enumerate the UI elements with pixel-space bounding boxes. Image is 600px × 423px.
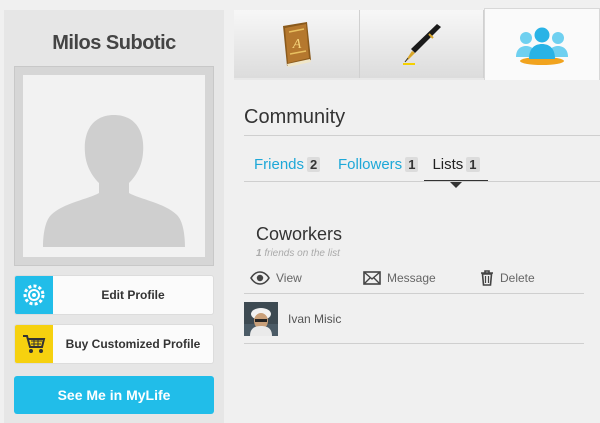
view-label: View xyxy=(276,271,302,285)
trash-icon xyxy=(481,270,493,286)
tab-friends[interactable]: Friends 2 xyxy=(254,152,321,180)
tab-community[interactable] xyxy=(484,8,600,80)
edit-profile-label: Edit Profile xyxy=(101,288,165,302)
buy-customized-profile-button[interactable]: Buy Customized Profile xyxy=(14,324,214,364)
profile-sidebar: Milos Subotic Edit Profile Buy Customize… xyxy=(4,10,224,423)
message-list-button[interactable]: Message xyxy=(363,268,436,288)
avatar[interactable] xyxy=(244,302,278,336)
eye-icon xyxy=(250,271,270,285)
lists-count-badge: 1 xyxy=(466,157,480,172)
list-item: Ivan Misic xyxy=(244,302,584,338)
active-tab-caret xyxy=(450,182,462,188)
list-subtitle-text: friends on the list xyxy=(264,248,340,259)
title-divider xyxy=(244,135,600,136)
envelope-icon xyxy=(363,271,381,285)
avatar-placeholder-icon xyxy=(23,75,205,257)
list-friend-count: 1 xyxy=(256,248,262,259)
member-name[interactable]: Ivan Misic xyxy=(288,312,341,326)
list-subtitle: 1 friends on the list xyxy=(256,248,340,259)
tab-pen[interactable] xyxy=(360,10,484,78)
tab-friends-label: Friends xyxy=(254,156,305,173)
buy-customized-profile-label: Buy Customized Profile xyxy=(65,337,201,351)
delete-label: Delete xyxy=(500,271,535,285)
see-me-in-mylife-button[interactable]: See Me in MyLife xyxy=(14,376,214,414)
edit-profile-button[interactable]: Edit Profile xyxy=(14,275,214,315)
tab-lists[interactable]: Lists 1 xyxy=(424,152,488,188)
tab-book[interactable]: A xyxy=(234,10,360,78)
page-title: Community xyxy=(244,106,346,128)
message-label: Message xyxy=(387,271,436,285)
pen-icon xyxy=(402,24,441,65)
profile-name: Milos Subotic xyxy=(52,32,176,54)
member-divider xyxy=(244,343,584,344)
delete-list-button[interactable]: Delete xyxy=(480,268,535,288)
tab-followers[interactable]: Followers 1 xyxy=(338,152,419,180)
view-list-button[interactable]: View xyxy=(250,268,302,288)
followers-count-badge: 1 xyxy=(405,157,419,172)
member-photo xyxy=(244,302,278,336)
cart-icon xyxy=(15,325,53,363)
actions-divider xyxy=(244,293,584,294)
icon-tabbar: A xyxy=(234,8,600,80)
profile-photo-frame xyxy=(14,66,214,266)
friends-count-badge: 2 xyxy=(307,157,321,172)
tab-lists-label: Lists xyxy=(432,156,464,173)
profile-photo[interactable] xyxy=(23,75,205,257)
tab-followers-label: Followers xyxy=(338,156,403,173)
gear-icon xyxy=(15,276,53,314)
book-icon: A xyxy=(282,22,311,67)
svg-text:A: A xyxy=(291,37,301,52)
subtabs-divider xyxy=(244,181,600,182)
community-icon xyxy=(516,27,568,65)
list-title: Coworkers xyxy=(256,224,343,244)
